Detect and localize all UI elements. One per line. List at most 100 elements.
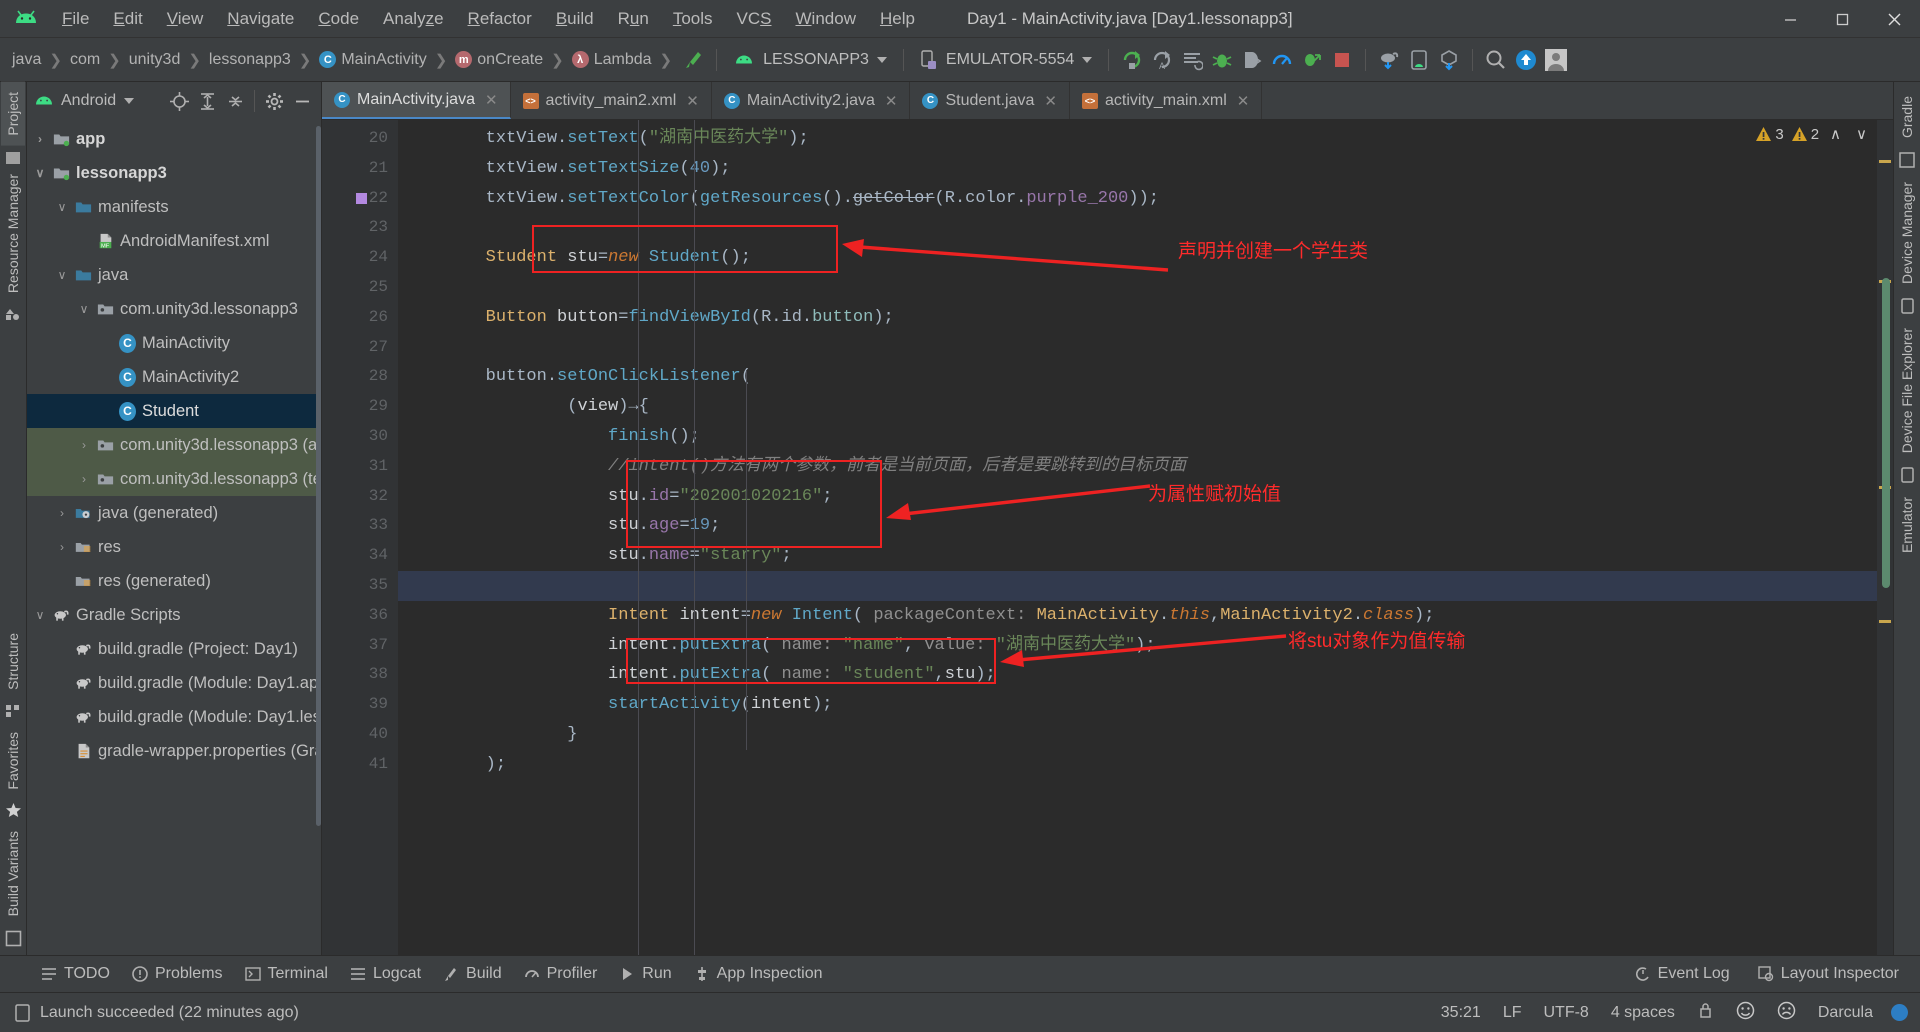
chevron-down-icon[interactable]: ∨ bbox=[33, 608, 47, 622]
chevron-right-icon[interactable]: › bbox=[77, 438, 91, 452]
build-hammer-icon[interactable] bbox=[678, 45, 708, 75]
editor-tab[interactable]: <> activity_main2.xml ✕ bbox=[511, 82, 712, 119]
tree-row[interactable]: C MainActivity bbox=[27, 326, 321, 360]
menu-build[interactable]: Build bbox=[544, 5, 606, 33]
editor-tab[interactable]: C MainActivity2.java ✕ bbox=[712, 82, 911, 119]
menu-code[interactable]: Code bbox=[306, 5, 371, 33]
code-line[interactable]: stu.name="starry"; bbox=[398, 541, 1877, 571]
line-number[interactable]: 24 bbox=[322, 243, 398, 273]
run-configuration-selector[interactable]: LESSONAPP3 bbox=[725, 48, 895, 72]
line-number[interactable]: 39 bbox=[322, 690, 398, 720]
code-line[interactable]: button.setOnClickListener( bbox=[398, 362, 1877, 392]
close-tab-icon[interactable]: ✕ bbox=[1237, 92, 1250, 110]
tree-row[interactable]: › res bbox=[27, 530, 321, 564]
tree-row[interactable]: › com.unity3d.lessonapp3 (test) bbox=[27, 462, 321, 496]
encoding[interactable]: UTF-8 bbox=[1539, 1002, 1592, 1024]
lock-icon[interactable] bbox=[1693, 999, 1718, 1026]
line-number[interactable]: 20 bbox=[322, 124, 398, 154]
code-line[interactable]: } bbox=[398, 720, 1877, 750]
tree-row[interactable]: › java (generated) bbox=[27, 496, 321, 530]
breadcrumb-item-lessonapp3[interactable]: lessonapp3 bbox=[203, 49, 297, 71]
chevron-right-icon[interactable]: › bbox=[77, 472, 91, 486]
minimize-button[interactable] bbox=[1764, 0, 1816, 38]
debug-icon[interactable] bbox=[1207, 45, 1237, 75]
line-number[interactable]: 40 bbox=[322, 720, 412, 750]
bookmark-marker-icon[interactable] bbox=[356, 192, 367, 204]
close-tab-icon[interactable]: ✕ bbox=[485, 91, 498, 109]
code-line[interactable] bbox=[398, 273, 1877, 303]
menu-help[interactable]: Help bbox=[868, 5, 927, 33]
avd-manager-icon[interactable] bbox=[1404, 45, 1434, 75]
device-selector[interactable]: EMULATOR-5554 bbox=[912, 47, 1100, 73]
code-line[interactable]: //intent()方法有两个参数，前者是当前页面，后者是要跳转到的目标页面 bbox=[398, 452, 1877, 482]
tree-row[interactable]: ∨ java bbox=[27, 258, 321, 292]
chevron-right-icon[interactable]: › bbox=[55, 506, 69, 520]
code-line[interactable]: stu.id="202001020216"; bbox=[398, 482, 1877, 512]
maximize-button[interactable] bbox=[1816, 0, 1868, 38]
sad-face-icon[interactable] bbox=[1773, 999, 1800, 1027]
indent-setting[interactable]: 4 spaces bbox=[1607, 1002, 1679, 1024]
locate-icon[interactable] bbox=[166, 88, 192, 114]
weak-warning-count[interactable]: 2 bbox=[1791, 126, 1819, 143]
line-number[interactable]: 33 bbox=[322, 511, 398, 541]
code-line[interactable]: txtView.setTextColor(getResources().getC… bbox=[398, 184, 1877, 214]
prev-problem-button[interactable]: ∧ bbox=[1826, 125, 1845, 143]
status-message[interactable]: Launch succeeded (22 minutes ago) bbox=[14, 1004, 299, 1022]
code-line[interactable]: startActivity(intent); bbox=[398, 690, 1877, 720]
line-number[interactable]: 26 bbox=[322, 303, 398, 333]
menu-tools[interactable]: Tools bbox=[661, 5, 725, 33]
rail-tab-device-manager[interactable]: Device Manager bbox=[1895, 172, 1919, 294]
editor-tab[interactable]: C MainActivity.java ✕ bbox=[322, 82, 511, 119]
project-tree[interactable]: › app ∨ lessonapp3 ∨ manifests MF AndroidManife… bbox=[27, 120, 321, 955]
tool-button-run[interactable]: Run bbox=[608, 961, 682, 987]
close-tab-icon[interactable]: ✕ bbox=[1044, 92, 1057, 110]
code-line[interactable]: intent.putExtra( name: "name", value: "湖… bbox=[398, 631, 1877, 661]
update-icon[interactable] bbox=[1511, 45, 1541, 75]
line-number[interactable]: 31 bbox=[322, 452, 398, 482]
tool-button-app-inspection[interactable]: App Inspection bbox=[683, 961, 834, 987]
chevron-down-icon[interactable]: ∨ bbox=[33, 166, 47, 180]
stop-icon[interactable] bbox=[1327, 45, 1357, 75]
tree-row[interactable]: ∨ lessonapp3 bbox=[27, 156, 321, 190]
code-text[interactable]: txtView.setText("湖南中医药大学"); txtView.setT… bbox=[398, 120, 1877, 955]
breadcrumb-item-mainactivity[interactable]: C MainActivity bbox=[313, 49, 432, 71]
tree-row[interactable]: C Student bbox=[27, 394, 321, 428]
next-problem-button[interactable]: ∨ bbox=[1852, 125, 1871, 143]
rail-tab-favorites[interactable]: Favorites bbox=[1, 722, 25, 800]
menu-analyze[interactable]: Analyze bbox=[371, 5, 456, 33]
code-line[interactable] bbox=[398, 570, 1877, 601]
tool-button-build[interactable]: Build bbox=[432, 961, 513, 987]
tree-row[interactable]: build.gradle (Module: Day1.less bbox=[27, 700, 321, 734]
code-line[interactable]: txtView.setTextSize(40); bbox=[398, 154, 1877, 184]
menu-refactor[interactable]: Refactor bbox=[456, 5, 544, 33]
close-tab-icon[interactable]: ✕ bbox=[885, 92, 898, 110]
editor-scrollbar-thumb[interactable] bbox=[1882, 278, 1890, 588]
tree-row[interactable]: › app bbox=[27, 122, 321, 156]
apply-code-changes-icon[interactable] bbox=[1297, 45, 1327, 75]
code-editor[interactable]: 20 21 22 23 24 25 26 27 28 29 30 31 32 33 34 35 36 37 38 39… bbox=[322, 120, 1893, 955]
line-number[interactable]: 30 bbox=[322, 422, 398, 452]
line-number[interactable]: 25 bbox=[322, 273, 398, 303]
gradle-sync-icon[interactable] bbox=[1374, 45, 1404, 75]
menu-window[interactable]: Window bbox=[784, 5, 868, 33]
line-number[interactable]: 21 bbox=[322, 154, 398, 184]
close-button[interactable] bbox=[1868, 0, 1920, 38]
tool-button-terminal[interactable]: Terminal bbox=[234, 961, 339, 987]
run-coverage-icon[interactable]: A bbox=[1147, 45, 1177, 75]
code-line[interactable]: finish(); bbox=[398, 422, 1877, 452]
happy-face-icon[interactable] bbox=[1732, 999, 1759, 1027]
chevron-down-icon[interactable]: ∨ bbox=[55, 200, 69, 214]
error-stripe-marker-bar[interactable] bbox=[1877, 120, 1893, 955]
stripe-marker[interactable] bbox=[1879, 160, 1891, 163]
run-icon[interactable] bbox=[1117, 45, 1147, 75]
tree-row[interactable]: MF AndroidManifest.xml bbox=[27, 224, 321, 258]
rail-tab-resource-manager[interactable]: Resource Manager bbox=[1, 164, 25, 303]
line-number[interactable]: 35 bbox=[322, 571, 398, 601]
tree-row[interactable]: C MainActivity2 bbox=[27, 360, 321, 394]
rail-tab-emulator[interactable]: Emulator bbox=[1895, 487, 1919, 563]
code-line[interactable] bbox=[398, 213, 1877, 243]
code-line[interactable] bbox=[398, 333, 1877, 363]
tool-button-todo[interactable]: TODO bbox=[30, 961, 121, 987]
line-number[interactable]: 37 bbox=[322, 631, 398, 661]
line-number[interactable]: 28 bbox=[322, 362, 398, 392]
